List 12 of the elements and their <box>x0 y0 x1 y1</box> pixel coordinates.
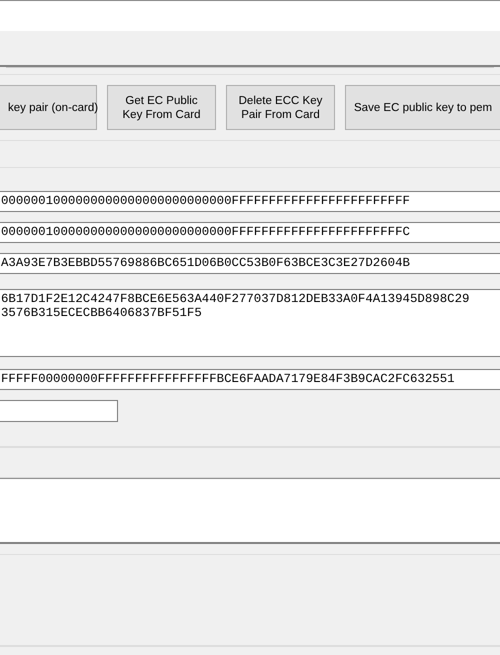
action-button[interactable]: Save EC public key to pem <box>345 85 500 130</box>
action-button[interactable]: Delete ECC Key Pair From Card <box>226 85 335 130</box>
hex-field[interactable]: 0000001000000000000000000000000FFFFFFFFFFFFFFFFFFFFFFFF <box>0 191 500 212</box>
text-area[interactable] <box>0 0 500 31</box>
hex-field[interactable] <box>0 400 118 422</box>
hex-field[interactable]: 0000001000000000000000000000000FFFFFFFFFFFFFFFFFFFFFFFC <box>0 222 500 243</box>
action-button[interactable]: key pair (on-card) <box>0 85 97 130</box>
hex-field[interactable]: A3A93E7B3EBBD55769886BC651D06B0CC53B0F63BCE3C3E27D2604B <box>0 253 500 274</box>
hex-field[interactable]: 6B17D1F2E12C4247F8BCE6E563A440F277037D812DEB33A0F4A13945D898C29 3576B315ECECBB6406837BF51F5 <box>0 289 500 357</box>
output-area[interactable] <box>0 478 500 544</box>
action-button[interactable]: Get EC Public Key From Card <box>107 85 216 130</box>
hex-field[interactable]: FFFFF00000000FFFFFFFFFFFFFFFFBCE6FAADA7179E84F3B9CAC2FC632551 <box>0 369 500 390</box>
